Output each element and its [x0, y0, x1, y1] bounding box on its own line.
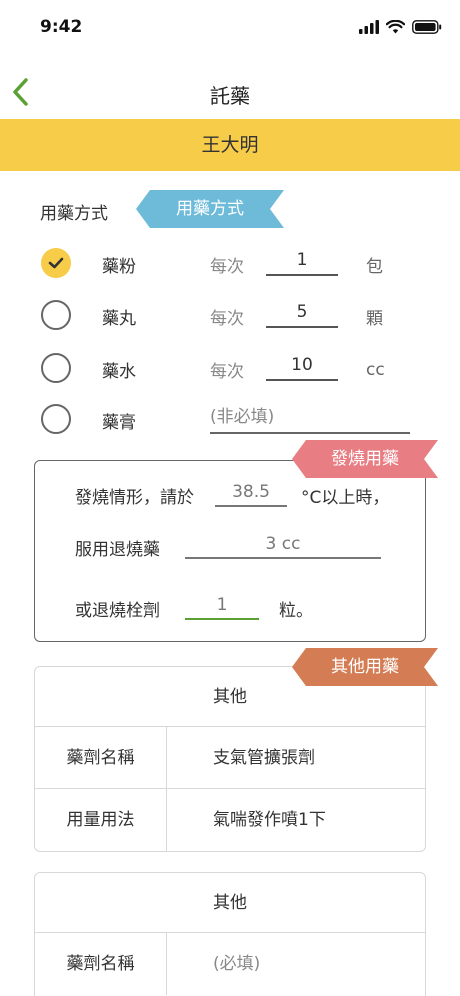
med-row-ointment: 藥膏: [0, 398, 460, 438]
unit-label-liquid: cc: [366, 360, 385, 380]
page-title: 託藥: [210, 84, 250, 108]
patient-name-banner: 王大明: [0, 119, 460, 171]
drug-name-input[interactable]: [213, 949, 413, 979]
med-name-pill: 藥丸: [102, 309, 136, 329]
fever-line1-suffix: °C以上時，: [301, 488, 390, 508]
fever-medication-ribbon: 發燒用藥: [292, 440, 438, 478]
med-row-liquid: 藥水 每次 cc: [0, 347, 460, 387]
fever-line2-prefix: 服用退燒藥: [75, 540, 160, 560]
other-medication-card: 其他 藥劑名稱 支氣管擴張劑 用量用法 氣喘發作噴1下: [34, 666, 426, 852]
medication-method-ribbon: 用藥方式: [136, 190, 284, 228]
fever-temperature-input[interactable]: [215, 479, 287, 507]
signal-icon: [359, 20, 379, 34]
per-label-liquid: 每次: [210, 362, 244, 382]
radio-ointment[interactable]: [41, 404, 71, 434]
qty-input-liquid[interactable]: [266, 351, 338, 381]
dosage-label: 用量用法: [35, 789, 167, 851]
med-name-powder: 藥粉: [102, 257, 136, 277]
per-label-powder: 每次: [210, 257, 244, 277]
table-row: 藥劑名稱 支氣管擴張劑: [35, 727, 425, 789]
other-card-title: 其他: [35, 873, 425, 933]
med-name-ointment: 藥膏: [102, 413, 136, 433]
unit-label-pill: 顆: [366, 309, 383, 329]
battery-icon: [412, 20, 442, 34]
fever-line3-suffix: 粒。: [279, 601, 313, 621]
qty-input-powder[interactable]: [266, 246, 338, 276]
drug-name-label: 藥劑名稱: [35, 727, 167, 788]
dosage-value[interactable]: 氣喘發作噴1下: [213, 789, 326, 851]
med-name-liquid: 藥水: [102, 362, 136, 382]
table-row: 藥劑名稱: [35, 933, 425, 995]
radio-pill[interactable]: [41, 300, 71, 330]
medication-method-label: 用藥方式: [40, 204, 108, 224]
qty-input-pill[interactable]: [266, 298, 338, 328]
suppository-input[interactable]: [185, 592, 259, 620]
per-label-pill: 每次: [210, 309, 244, 329]
med-row-powder: 藥粉 每次 包: [0, 242, 460, 282]
status-icons: [359, 20, 442, 34]
nav-bar: 託藥: [0, 66, 460, 118]
antipyretic-dose-input[interactable]: [185, 531, 381, 559]
drug-name-label: 藥劑名稱: [35, 933, 167, 995]
fever-line1-prefix: 發燒情形，請於: [75, 488, 194, 508]
other-medication-card-2: 其他 藥劑名稱: [34, 872, 426, 996]
unit-label-powder: 包: [366, 257, 383, 277]
radio-liquid[interactable]: [41, 353, 71, 383]
wifi-icon: [386, 20, 405, 34]
med-row-pill: 藥丸 每次 顆: [0, 294, 460, 334]
other-medication-ribbon: 其他用藥: [292, 648, 438, 686]
ointment-input[interactable]: [210, 402, 410, 434]
fever-medication-box: 發燒情形，請於 °C以上時， 服用退燒藥 或退燒栓劑 粒。: [34, 460, 426, 642]
radio-powder[interactable]: [41, 248, 71, 278]
check-icon: [48, 257, 64, 269]
status-time: 9:42: [40, 17, 83, 37]
status-bar: 9:42: [0, 0, 460, 56]
fever-line3-prefix: 或退燒栓劑: [75, 601, 160, 621]
drug-name-value[interactable]: 支氣管擴張劑: [213, 727, 315, 789]
table-row: 用量用法 氣喘發作噴1下: [35, 789, 425, 851]
